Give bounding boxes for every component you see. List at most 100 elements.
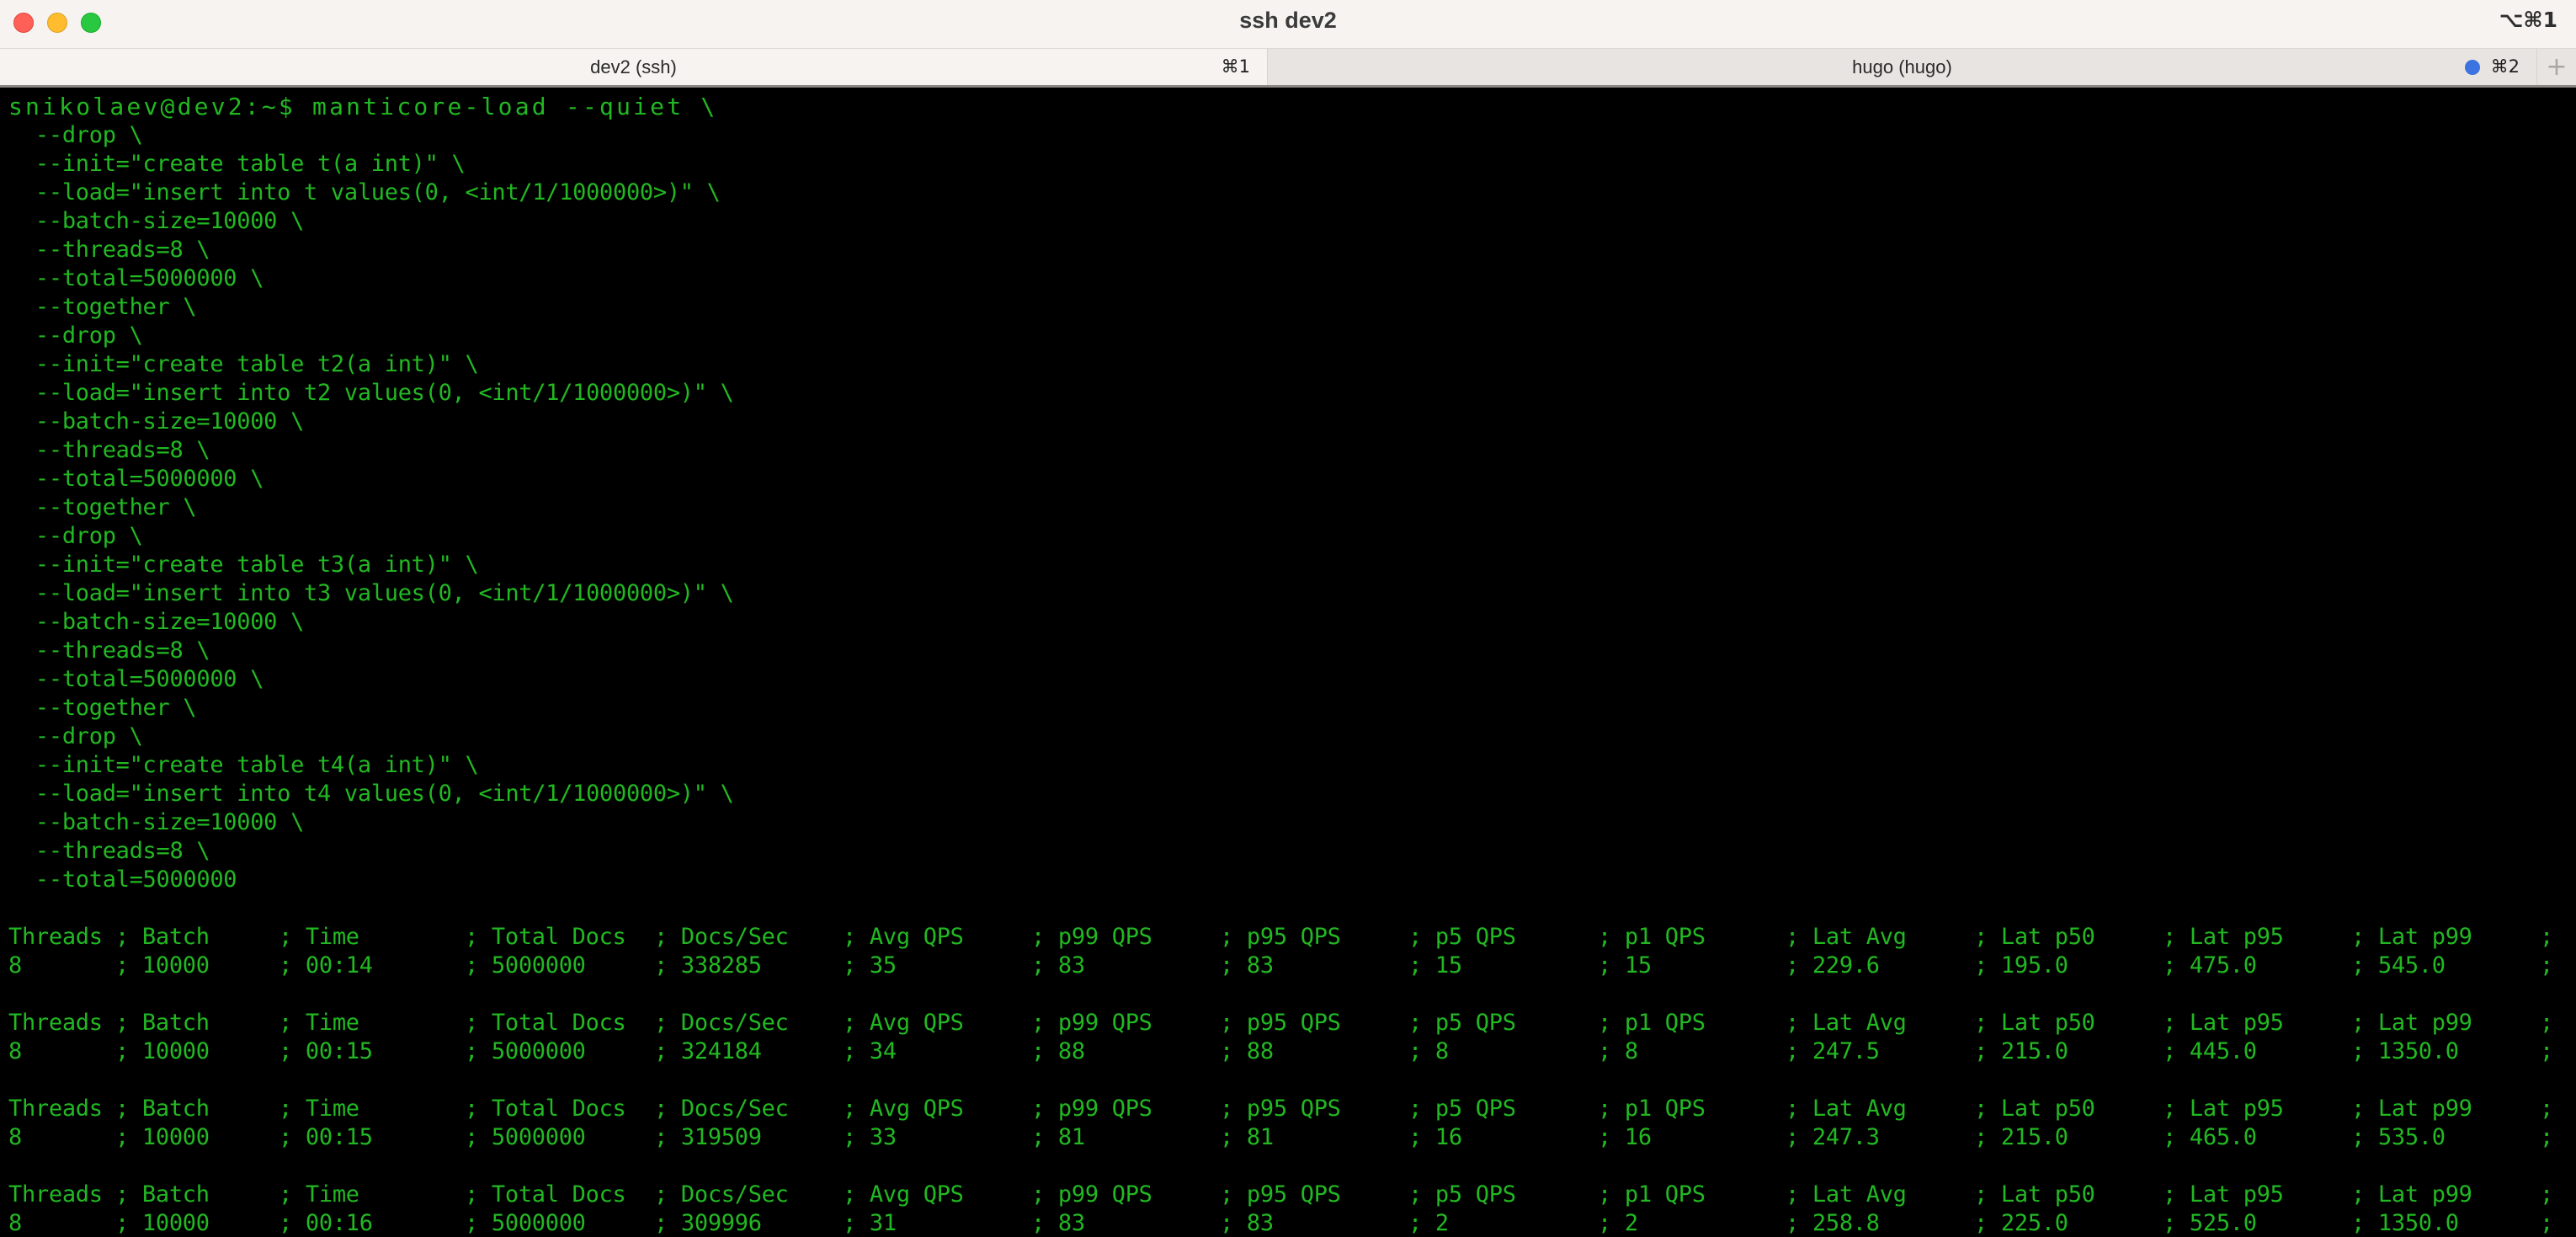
cell-text: 8 — [8, 952, 22, 978]
cell-text: 5000000 — [491, 1038, 586, 1064]
cell-text: Lat Avg — [1812, 924, 1907, 950]
results-value-row: 8; 10000; 00:16; 5000000; 309996; 31; 83… — [0, 1209, 2576, 1237]
cell-text: Time — [305, 1010, 359, 1036]
terminal-output[interactable]: snikolaev@dev2:~$ manticore-load --quiet… — [0, 88, 2576, 1237]
tab-hugo[interactable]: hugo (hugo) ⌘2 — [1267, 49, 2536, 86]
column-header: ; Time — [279, 1095, 359, 1123]
tab-shortcut: ⌘2 — [2490, 56, 2520, 77]
column-separator: ; — [1408, 1038, 1435, 1064]
cell-text: 31 — [869, 1210, 897, 1236]
column-separator: ; — [1598, 1210, 1625, 1236]
command-line: --batch-size=10000 \ — [8, 809, 305, 835]
column-separator: ; — [1786, 1096, 1812, 1122]
cell-text: Threads — [8, 1181, 103, 1208]
results-header-row: Threads; Batch; Time; Total Docs; Docs/S… — [0, 1009, 2576, 1037]
cell-text: p5 QPS — [1434, 1181, 1516, 1208]
column-header: ; p1 QPS — [1598, 1009, 1706, 1037]
cell-text: Avg QPS — [869, 1010, 964, 1036]
column-separator: ; — [2163, 924, 2190, 950]
tab-label: hugo (hugo) — [1852, 56, 1952, 77]
column-separator: ; — [843, 1038, 870, 1064]
column-separator: ; — [2351, 952, 2378, 978]
column-separator: ; — [1031, 1096, 1058, 1122]
cell-text: 2 — [1434, 1210, 1449, 1236]
column-separator: ; — [2163, 1210, 2190, 1236]
cell-text: p99 QPS — [1057, 924, 1152, 950]
cell-text: 465.0 — [2189, 1124, 2257, 1150]
cell-text: 10000 — [141, 1210, 210, 1236]
cell-text: 324184 — [680, 1038, 762, 1064]
column-separator: ; — [1974, 1010, 2001, 1036]
column-separator: ; — [1408, 952, 1435, 978]
column-separator: ; — [654, 1181, 681, 1208]
cell-text: p99 QPS — [1057, 1181, 1152, 1208]
column-value: ; 00:14 — [279, 952, 373, 980]
command-line: --total=5000000 \ — [8, 265, 264, 291]
cell-text: 83 — [1246, 952, 1274, 978]
column-header: ; Batch — [115, 1181, 210, 1209]
column-value: ; 319509 — [654, 1123, 762, 1152]
column-value: ; 10000 — [115, 1037, 210, 1066]
cell-text: Lat p95 — [2189, 1010, 2284, 1036]
cell-text: 00:15 — [305, 1038, 373, 1064]
results-header-row: Threads; Batch; Time; Total Docs; Docs/S… — [0, 923, 2576, 952]
column-separator: ; — [1786, 952, 1812, 978]
column-header: ; Lat Avg — [1786, 923, 1907, 952]
column-separator: ; — [115, 1181, 142, 1208]
column-separator: ; — [1598, 1038, 1625, 1064]
column-separator: ; — [279, 1210, 306, 1236]
column-separator: ; — [2351, 924, 2378, 950]
column-separator: ; — [1974, 952, 2001, 978]
column-value: 8 — [8, 1123, 22, 1152]
column-value: ; 15 — [1408, 952, 1462, 980]
column-separator: ; — [1220, 952, 1247, 978]
column-value: ; 2 — [1598, 1209, 1638, 1237]
new-tab-button[interactable]: + — [2536, 49, 2576, 86]
cell-text: Docs/Sec — [680, 1096, 789, 1122]
command-line: --load="insert into t values(0, <int/1/1… — [8, 179, 721, 205]
column-value: ; 31 — [843, 1209, 897, 1237]
column-value: ; 88 — [1220, 1037, 1274, 1066]
cell-text: Avg QPS — [869, 924, 964, 950]
cell-text: 229.6 — [1812, 952, 1880, 978]
column-separator: ; — [279, 952, 306, 978]
tab-dev2-ssh[interactable]: dev2 (ssh) ⌘1 — [0, 49, 1267, 86]
column-header: ; Lat p95 — [2163, 1095, 2284, 1123]
column-separator: ; — [1408, 1181, 1435, 1208]
column-separator: ; — [2351, 1096, 2378, 1122]
column-value: ; 00:15 — [279, 1037, 373, 1066]
cell-text: 8 — [8, 1210, 22, 1236]
column-header: ; p5 QPS — [1408, 923, 1516, 952]
column-separator: ; — [2163, 952, 2190, 978]
column-separator: ; — [2540, 1096, 2567, 1122]
cell-text: 81 — [1246, 1124, 1274, 1150]
column-separator: ; — [465, 1124, 492, 1150]
command-line: --together \ — [8, 695, 197, 721]
column-header: ; Total Docs — [465, 1181, 626, 1209]
cell-text: Lat Avg — [1812, 1181, 1907, 1208]
command-line: --drop \ — [8, 323, 143, 349]
command-line: --threads=8 \ — [8, 637, 210, 664]
column-separator: ; — [279, 1181, 306, 1208]
cell-text: p95 QPS — [1246, 1181, 1341, 1208]
column-separator: ; — [465, 1210, 492, 1236]
column-separator: ; — [1598, 952, 1625, 978]
cell-text: Total Docs — [491, 1181, 626, 1208]
cell-text: 5000000 — [491, 1210, 586, 1236]
column-separator: ; — [1786, 1124, 1812, 1150]
cell-text: Lat p50 — [2000, 924, 2095, 950]
window-title: ssh dev2 — [1239, 8, 1337, 33]
column-value: ; — [2540, 1037, 2567, 1066]
command-line: --drop \ — [8, 723, 143, 749]
column-value: 8 — [8, 1209, 22, 1237]
column-header: ; — [2540, 1009, 2567, 1037]
column-header: ; p99 QPS — [1031, 1181, 1152, 1209]
command-line: --together \ — [8, 494, 197, 520]
command-line: --batch-size=10000 \ — [8, 609, 305, 635]
column-header: ; Docs/Sec — [654, 923, 789, 952]
column-header: ; — [2540, 1095, 2567, 1123]
column-header: ; Time — [279, 1181, 359, 1209]
column-separator: ; — [654, 1010, 681, 1036]
column-header: Threads — [8, 1009, 103, 1037]
column-separator: ; — [843, 1096, 870, 1122]
